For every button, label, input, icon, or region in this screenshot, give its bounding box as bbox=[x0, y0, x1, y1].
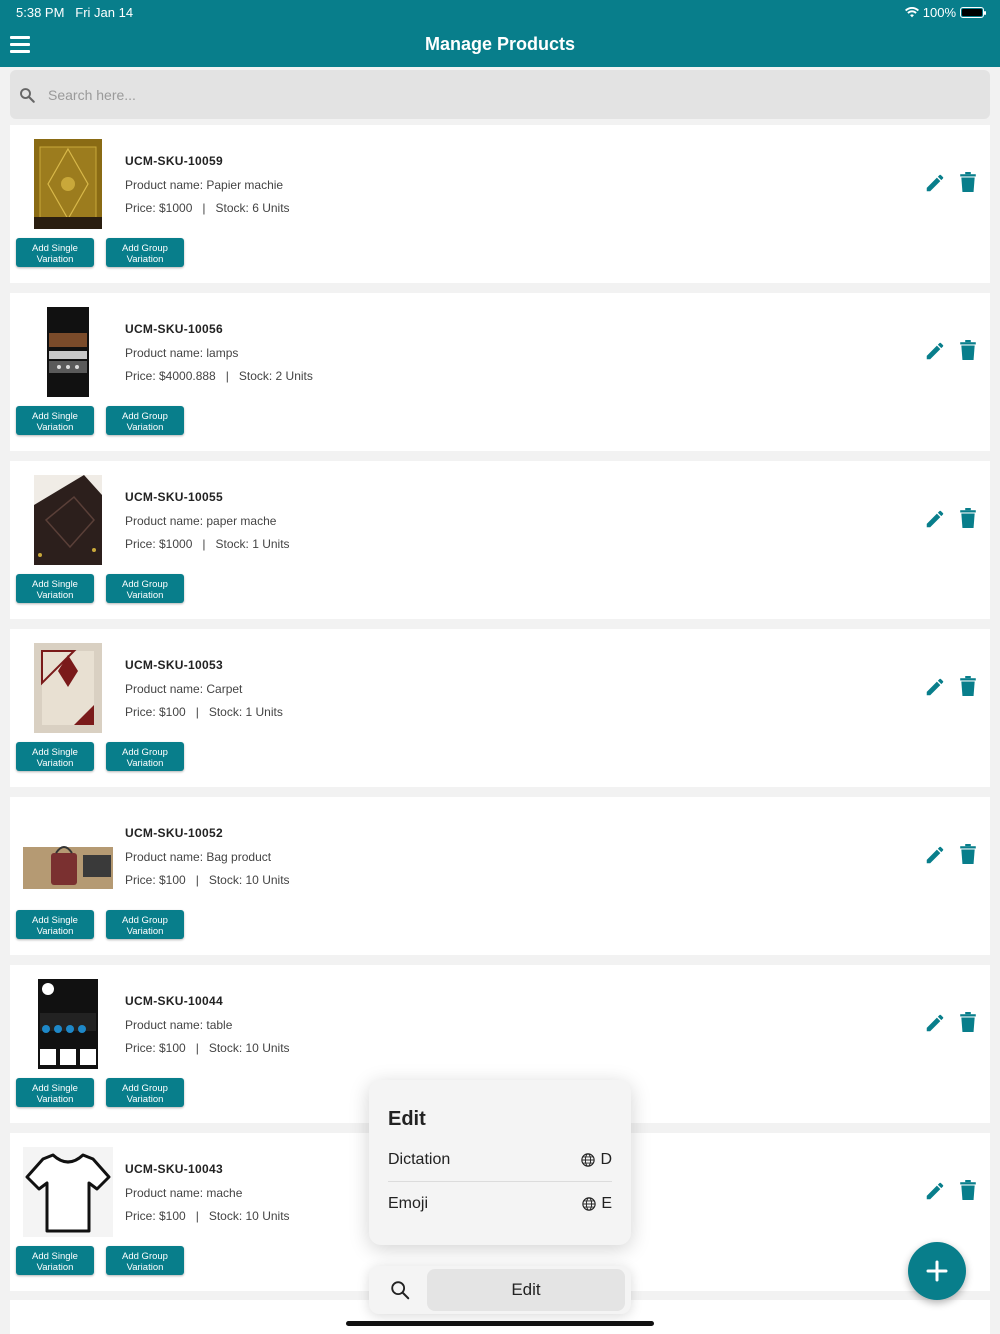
trash-icon[interactable] bbox=[960, 508, 976, 528]
product-sku: UCM-SKU-10056 bbox=[125, 322, 223, 336]
add-single-variation-button[interactable]: Add Single Variation bbox=[16, 1246, 94, 1275]
status-right: 100% bbox=[904, 5, 986, 20]
product-sku: UCM-SKU-10053 bbox=[125, 658, 223, 672]
product-thumbnail bbox=[34, 307, 102, 397]
trash-icon[interactable] bbox=[960, 172, 976, 192]
product-card: UCM-SKU-10055 Product name: paper mache … bbox=[10, 461, 990, 619]
plus-icon bbox=[926, 1260, 948, 1282]
battery-icon bbox=[960, 7, 986, 18]
search-bar[interactable] bbox=[10, 70, 990, 119]
product-price-stock: Price: $100 | Stock: 10 Units bbox=[125, 873, 290, 887]
add-group-variation-button[interactable]: Add Group Variation bbox=[106, 910, 184, 939]
product-card: UCM-SKU-10059 Product name: Papier machi… bbox=[10, 125, 990, 283]
add-group-variation-button[interactable]: Add Group Variation bbox=[106, 1246, 184, 1275]
pencil-icon[interactable] bbox=[924, 844, 946, 866]
pencil-icon[interactable] bbox=[924, 676, 946, 698]
menu-item-label: Emoji bbox=[388, 1195, 429, 1212]
product-name: Product name: lamps bbox=[125, 346, 239, 360]
status-time: 5:38 PM Fri Jan 14 bbox=[16, 5, 134, 20]
pencil-icon[interactable] bbox=[924, 1012, 946, 1034]
add-group-variation-button[interactable]: Add Group Variation bbox=[106, 574, 184, 603]
globe-icon bbox=[582, 1197, 597, 1211]
menu-divider bbox=[388, 1181, 612, 1182]
page-title: Manage Products bbox=[424, 34, 576, 54]
product-sku: UCM-SKU-10052 bbox=[125, 826, 223, 840]
product-price-stock: Price: $1000 | Stock: 1 Units bbox=[125, 537, 290, 551]
keyboard-shortcut-bar: Edit bbox=[369, 1266, 631, 1314]
trash-icon[interactable] bbox=[960, 676, 976, 696]
product-thumbnail bbox=[23, 1147, 113, 1237]
add-single-variation-button[interactable]: Add Single Variation bbox=[16, 742, 94, 771]
search-icon[interactable] bbox=[389, 1279, 411, 1301]
wifi-icon bbox=[904, 7, 919, 18]
emoji-menu-item[interactable]: Emoji E bbox=[388, 1184, 612, 1224]
top-bar: 5:38 PM Fri Jan 14 100% Manage Products bbox=[0, 0, 1000, 67]
battery-percent: 100% bbox=[922, 5, 956, 20]
product-sku: UCM-SKU-10044 bbox=[125, 994, 223, 1008]
pencil-icon[interactable] bbox=[924, 1180, 946, 1202]
product-price-stock: Price: $100 | Stock: 1 Units bbox=[125, 705, 283, 719]
add-single-variation-button[interactable]: Add Single Variation bbox=[16, 574, 94, 603]
add-group-variation-button[interactable]: Add Group Variation bbox=[106, 406, 184, 435]
menu-item-label: Dictation bbox=[388, 1151, 451, 1168]
add-group-variation-button[interactable]: Add Group Variation bbox=[106, 1078, 184, 1107]
pencil-icon[interactable] bbox=[924, 340, 946, 362]
product-card: UCM-SKU-10052 Product name: Bag product … bbox=[10, 797, 990, 955]
search-icon bbox=[20, 87, 35, 103]
home-indicator bbox=[346, 1321, 654, 1326]
product-thumbnail bbox=[34, 979, 102, 1069]
edit-button[interactable]: Edit bbox=[427, 1269, 625, 1311]
product-name: Product name: Carpet bbox=[125, 682, 243, 696]
product-thumbnail bbox=[23, 811, 113, 901]
product-thumbnail bbox=[34, 475, 102, 565]
globe-icon bbox=[581, 1153, 596, 1167]
product-sku: UCM-SKU-10043 bbox=[125, 1162, 223, 1176]
product-price-stock: Price: $100 | Stock: 10 Units bbox=[125, 1041, 290, 1055]
product-price-stock: Price: $1000 | Stock: 6 Units bbox=[125, 201, 290, 215]
trash-icon[interactable] bbox=[960, 340, 976, 360]
trash-icon[interactable] bbox=[960, 1012, 976, 1032]
pencil-icon[interactable] bbox=[924, 172, 946, 194]
product-thumbnail bbox=[34, 643, 102, 733]
add-single-variation-button[interactable]: Add Single Variation bbox=[16, 238, 94, 267]
edit-menu-title: Edit bbox=[388, 1108, 426, 1130]
add-single-variation-button[interactable]: Add Single Variation bbox=[16, 406, 94, 435]
product-name: Product name: Bag product bbox=[125, 850, 272, 864]
product-name: Product name: paper mache bbox=[125, 514, 277, 528]
add-single-variation-button[interactable]: Add Single Variation bbox=[16, 1078, 94, 1107]
add-single-variation-button[interactable]: Add Single Variation bbox=[16, 910, 94, 939]
product-sku: UCM-SKU-10055 bbox=[125, 490, 223, 504]
product-price-stock: Price: $4000.888 | Stock: 2 Units bbox=[125, 369, 313, 383]
keyboard-shortcut: D bbox=[581, 1151, 612, 1169]
product-name: Product name: mache bbox=[125, 1186, 243, 1200]
product-name: Product name: table bbox=[125, 1018, 233, 1032]
dictation-menu-item[interactable]: Dictation D bbox=[388, 1140, 612, 1180]
product-name: Product name: Papier machie bbox=[125, 178, 284, 192]
trash-icon[interactable] bbox=[960, 1180, 976, 1200]
product-card: UCM-SKU-10053 Product name: Carpet Price… bbox=[10, 629, 990, 787]
search-input[interactable] bbox=[48, 86, 948, 103]
edit-menu-popup: Edit Dictation D Emoji E bbox=[369, 1080, 631, 1245]
product-card: UCM-SKU-10056 Product name: lamps Price:… bbox=[10, 293, 990, 451]
add-group-variation-button[interactable]: Add Group Variation bbox=[106, 742, 184, 771]
add-product-button[interactable] bbox=[908, 1242, 966, 1300]
product-price-stock: Price: $100 | Stock: 10 Units bbox=[125, 1209, 290, 1223]
keyboard-shortcut: E bbox=[582, 1195, 612, 1213]
product-sku: UCM-SKU-10059 bbox=[125, 154, 223, 168]
trash-icon[interactable] bbox=[960, 844, 976, 864]
pencil-icon[interactable] bbox=[924, 508, 946, 530]
add-group-variation-button[interactable]: Add Group Variation bbox=[106, 238, 184, 267]
product-thumbnail bbox=[34, 139, 102, 229]
